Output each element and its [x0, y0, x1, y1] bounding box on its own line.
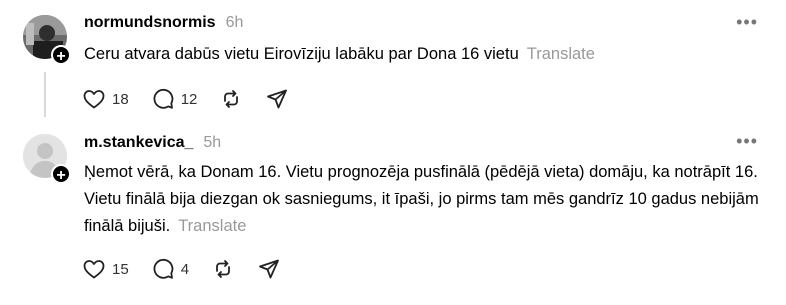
avatar-container[interactable]: + — [23, 134, 71, 184]
comment-icon — [153, 259, 174, 279]
post-header: normundsnormis 6h — [84, 14, 243, 32]
action-bar: 15 4 — [82, 257, 303, 281]
share-button[interactable] — [265, 87, 289, 111]
translate-link[interactable]: Translate — [527, 45, 595, 63]
post-header: m.stankevica_ 5h — [84, 134, 221, 152]
post-text: Ņemot vērā, ka Donam 16. Vietu prognozēj… — [84, 159, 764, 240]
more-options-icon[interactable]: ••• — [736, 131, 758, 152]
username[interactable]: m.stankevica_ — [84, 134, 193, 152]
post-text: Ceru atvara dabūs vietu Eirovīziju labāk… — [84, 41, 764, 68]
post-body: Ceru atvara dabūs vietu Eirovīziju labāk… — [84, 45, 519, 63]
send-icon — [267, 89, 288, 109]
reply-button[interactable]: 4 — [151, 257, 189, 281]
repost-icon — [216, 260, 230, 278]
avatar-container[interactable]: + — [23, 15, 71, 65]
like-button[interactable]: 15 — [82, 257, 129, 281]
thread-line — [44, 72, 46, 117]
reply-count: 12 — [180, 90, 198, 108]
like-count: 18 — [112, 90, 129, 108]
follow-plus-icon[interactable]: + — [51, 164, 71, 184]
heart-icon — [83, 90, 105, 109]
heart-icon — [83, 260, 105, 279]
repost-icon — [224, 90, 239, 108]
username[interactable]: normundsnormis — [84, 14, 216, 32]
timestamp[interactable]: 6h — [226, 14, 244, 32]
like-count: 15 — [112, 260, 129, 278]
translate-link[interactable]: Translate — [178, 217, 246, 235]
share-button[interactable] — [257, 257, 281, 281]
follow-plus-icon[interactable]: + — [51, 45, 71, 65]
repost-button[interactable] — [219, 87, 243, 111]
send-icon — [259, 259, 279, 279]
post-1: + normundsnormis 6h ••• Ceru atvara dabū… — [0, 0, 786, 125]
repost-button[interactable] — [211, 257, 235, 281]
more-options-icon[interactable]: ••• — [736, 12, 758, 33]
reply-count: 4 — [180, 260, 190, 278]
action-bar: 18 12 — [82, 87, 311, 111]
reply-button[interactable]: 12 — [151, 87, 198, 111]
timestamp[interactable]: 5h — [203, 134, 221, 152]
comment-icon — [153, 89, 174, 109]
post-2: + m.stankevica_ 5h ••• Ņemot vērā, ka Do… — [0, 125, 786, 305]
like-button[interactable]: 18 — [82, 87, 129, 111]
